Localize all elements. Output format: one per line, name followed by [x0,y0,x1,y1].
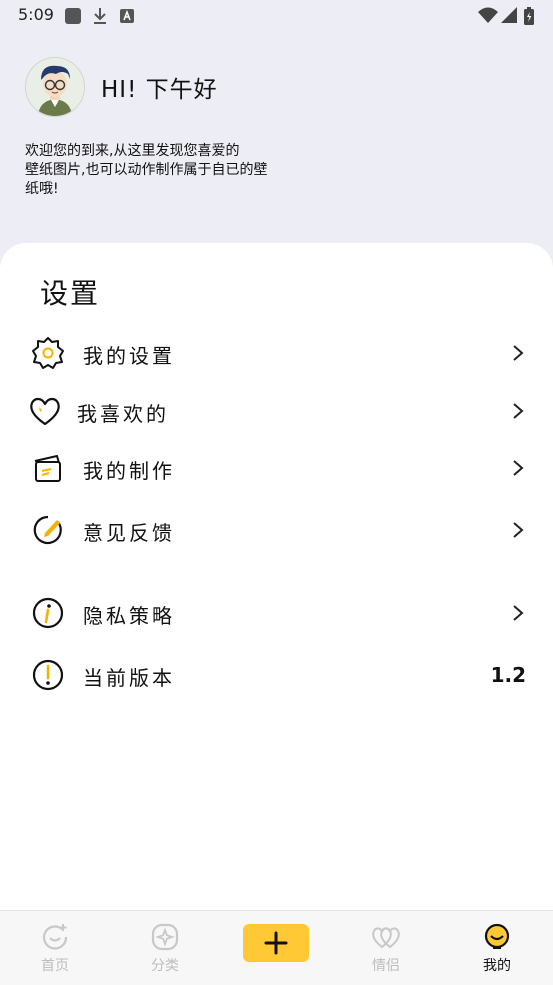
settings-item-label: 我的制作 [83,459,175,483]
chevron-right-icon [513,460,524,476]
welcome-line-2: 壁纸图片,也可以动作制作属于自已的壁 [25,162,268,178]
plus-icon [264,931,288,955]
battery-icon [524,7,534,25]
avatar[interactable] [25,57,85,117]
app-square-icon [65,8,81,24]
heart-icon [30,397,60,426]
category-icon [151,923,179,951]
settings-item-my-settings[interactable]: 我的设置 [0,328,553,378]
wifi-icon [478,7,498,23]
settings-item-privacy-policy[interactable]: 隐私策略 [0,588,553,638]
add-button[interactable] [243,924,309,962]
tab-profile[interactable]: 我的 [442,911,552,985]
settings-item-label: 隐私策略 [83,604,175,628]
settings-item-favorites[interactable]: 我喜欢的 [0,386,553,436]
chevron-right-icon [513,345,524,361]
settings-item-label: 我的设置 [83,344,175,368]
tab-label: 情侣 [372,958,400,974]
couple-hearts-icon [372,927,400,949]
tab-home[interactable]: 首页 [0,911,110,985]
profile-face-icon [484,923,510,949]
greeting-text: HI! 下午好 [101,77,218,103]
chevron-right-icon [513,522,524,538]
tab-label: 分类 [151,958,179,974]
home-smile-icon [42,924,68,950]
settings-item-feedback[interactable]: 意见反馈 [0,505,553,555]
chevron-right-icon [513,605,524,621]
version-number: 1.2 [490,663,526,687]
tab-category[interactable]: 分类 [110,911,220,985]
tab-label: 我的 [483,958,511,974]
info-icon [32,597,64,629]
settings-item-current-version[interactable]: 当前版本 1.2 [0,650,553,700]
download-icon [94,8,106,24]
chevron-right-icon [513,403,524,419]
signal-icon [501,7,517,23]
cards-icon [34,455,61,482]
status-time: 5:09 [18,5,54,24]
settings-item-my-creations[interactable]: 我的制作 [0,443,553,493]
settings-item-label: 我喜欢的 [77,402,169,426]
feedback-pencil-icon [33,515,62,545]
welcome-line-1: 欢迎您的到来,从这里发现您喜爱的 [25,143,240,159]
gear-icon [32,337,64,369]
welcome-line-3: 纸哦! [25,181,59,197]
welcome-message: 欢迎您的到来,从这里发现您喜爱的 壁纸图片,也可以动作制作属于自已的壁 纸哦! [25,142,325,199]
settings-title: 设置 [40,277,101,310]
exclamation-icon [32,659,64,691]
tab-label: 首页 [41,958,69,974]
settings-item-label: 当前版本 [83,666,175,690]
text-a-icon [120,9,134,23]
tab-couple[interactable]: 情侣 [331,911,441,985]
status-bar: 5:09 [0,0,553,30]
settings-item-label: 意见反馈 [83,521,175,545]
